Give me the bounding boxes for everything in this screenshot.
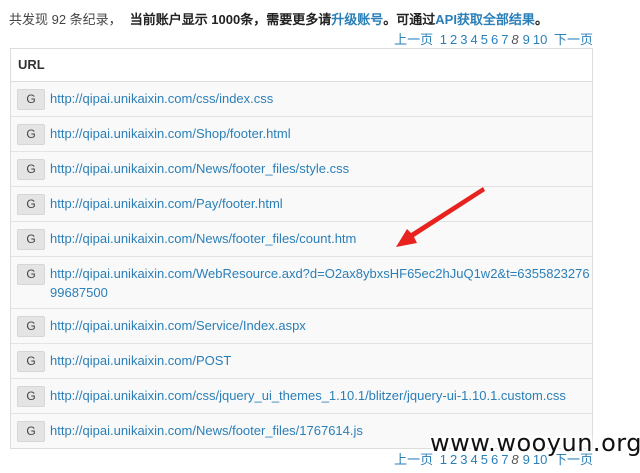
- table-row: G http://qipai.unikaixin.com/css/index.c…: [11, 82, 592, 117]
- page-link-3[interactable]: 3: [460, 32, 467, 47]
- google-search-button[interactable]: G: [17, 386, 45, 407]
- google-search-button[interactable]: G: [17, 421, 45, 442]
- google-search-button[interactable]: G: [17, 229, 45, 250]
- google-search-button[interactable]: G: [17, 159, 45, 180]
- table-row: G http://qipai.unikaixin.com/Service/Ind…: [11, 309, 592, 344]
- pagination-top: 上一页 1 2 3 4 5 6 7 8 9 10 下一页: [394, 29, 593, 48]
- page-link-7[interactable]: 7: [501, 32, 508, 47]
- table-row: G http://qipai.unikaixin.com/POST: [11, 344, 592, 379]
- table-row: G http://qipai.unikaixin.com/News/footer…: [11, 152, 592, 187]
- summary-end: 。: [534, 12, 548, 27]
- page-link-5[interactable]: 5: [481, 32, 488, 47]
- page-link-10[interactable]: 10: [533, 32, 547, 47]
- prev-page-link[interactable]: 上一页: [394, 452, 433, 467]
- next-page-link[interactable]: 下一页: [554, 32, 593, 47]
- table-row: G http://qipai.unikaixin.com/News/footer…: [11, 222, 592, 257]
- url-link[interactable]: http://qipai.unikaixin.com/WebResource.a…: [50, 264, 592, 302]
- url-link[interactable]: http://qipai.unikaixin.com/Pay/footer.ht…: [50, 194, 283, 213]
- url-link[interactable]: http://qipai.unikaixin.com/Shop/footer.h…: [50, 124, 291, 143]
- table-row: G http://qipai.unikaixin.com/css/jquery_…: [11, 379, 592, 414]
- account-limit-text: 当前账户显示 1000条，需要更多请: [129, 12, 332, 27]
- prev-page-link[interactable]: 上一页: [394, 32, 433, 47]
- google-search-button[interactable]: G: [17, 194, 45, 215]
- results-summary: 共发现 92 条纪录， 当前账户显示 1000条，需要更多请升级账号。可通过API…: [9, 9, 548, 28]
- red-arrow-annotation: [396, 187, 485, 247]
- url-link[interactable]: http://qipai.unikaixin.com/News/footer_f…: [50, 229, 356, 248]
- google-search-button[interactable]: G: [17, 316, 45, 337]
- url-results-table: URL G http://qipai.unikaixin.com/css/ind…: [10, 48, 593, 449]
- url-link[interactable]: http://qipai.unikaixin.com/css/index.css: [50, 89, 273, 108]
- url-link[interactable]: http://qipai.unikaixin.com/POST: [50, 351, 231, 370]
- google-search-button[interactable]: G: [17, 124, 45, 145]
- table-row: G http://qipai.unikaixin.com/Shop/footer…: [11, 117, 592, 152]
- api-hint-text: 。可通过: [383, 12, 436, 27]
- google-search-button[interactable]: G: [17, 89, 45, 110]
- current-page: 8: [511, 32, 519, 47]
- arrow-shape: [396, 187, 485, 247]
- url-link[interactable]: http://qipai.unikaixin.com/News/footer_f…: [50, 421, 363, 440]
- page-link-6[interactable]: 6: [491, 32, 498, 47]
- page-link-1[interactable]: 1: [440, 32, 447, 47]
- upgrade-account-link[interactable]: 升级账号: [331, 12, 383, 27]
- url-link[interactable]: http://qipai.unikaixin.com/css/jquery_ui…: [50, 386, 566, 405]
- result-count-text: 共发现 92 条纪录，: [9, 12, 122, 27]
- url-link[interactable]: http://qipai.unikaixin.com/News/footer_f…: [50, 159, 349, 178]
- url-link[interactable]: http://qipai.unikaixin.com/Service/Index…: [50, 316, 306, 335]
- page-link-4[interactable]: 4: [470, 32, 477, 47]
- api-results-link[interactable]: API获取全部结果: [435, 12, 535, 27]
- page-link-9[interactable]: 9: [523, 32, 530, 47]
- google-search-button[interactable]: G: [17, 351, 45, 372]
- table-row: G http://qipai.unikaixin.com/Pay/footer.…: [11, 187, 592, 222]
- url-column-header: URL: [11, 49, 592, 82]
- table-row: G http://qipai.unikaixin.com/WebResource…: [11, 257, 592, 309]
- google-search-button[interactable]: G: [17, 264, 45, 285]
- page-link-2[interactable]: 2: [450, 32, 457, 47]
- watermark: www.wooyun.org: [430, 429, 640, 457]
